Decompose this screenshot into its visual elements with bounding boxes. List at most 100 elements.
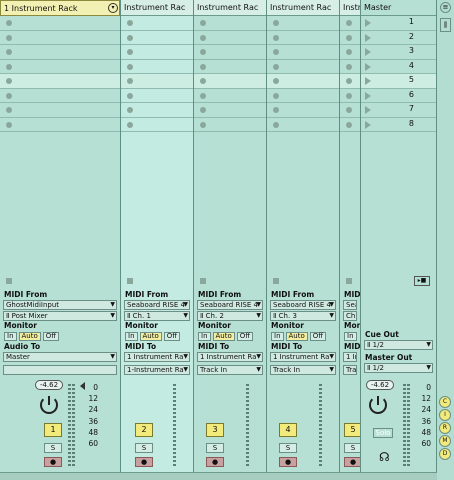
midi-to-target[interactable]: 1-Instrument Ra ▼ <box>124 365 190 375</box>
track-title[interactable]: 1 Instrument Rack <box>0 0 120 16</box>
clip-slot[interactable] <box>340 118 360 132</box>
clip-slot[interactable] <box>121 118 193 132</box>
play-icon[interactable] <box>365 120 371 129</box>
track-title[interactable]: Master <box>361 0 436 16</box>
chevron-down-icon[interactable]: ▾ <box>108 3 118 13</box>
clip-slot[interactable] <box>267 60 339 74</box>
scene-launch[interactable]: 7 <box>361 103 436 118</box>
midi-from-select[interactable]: Seabo <box>343 300 357 310</box>
midi-to-select[interactable]: 1 Ir <box>343 352 357 362</box>
record-slot-icon[interactable] <box>346 78 352 84</box>
monitor-off-button[interactable]: Off <box>42 332 60 341</box>
play-icon[interactable] <box>365 62 371 71</box>
record-slot-icon[interactable] <box>200 34 206 41</box>
scene-launch[interactable]: 3 <box>361 45 436 60</box>
clip-slot[interactable] <box>0 74 120 89</box>
track-activator[interactable]: 4 <box>279 423 297 437</box>
clip-slot[interactable] <box>194 74 266 89</box>
clip-slot[interactable] <box>194 45 266 60</box>
midi-channel-select[interactable]: Ⅱ Ch. 1 ▼ <box>124 311 190 321</box>
midi-from-select[interactable]: Seaboard RISE 4 ▼ <box>124 300 190 310</box>
midi-to-target[interactable]: Trac <box>343 365 357 375</box>
record-slot-icon[interactable] <box>273 92 279 99</box>
record-slot-icon[interactable] <box>6 92 12 99</box>
track-2[interactable]: Instrument Rac MIDI From Seaboard RISE 4… <box>121 0 194 472</box>
track-title[interactable]: Instrument Rac <box>267 0 339 16</box>
arm-button[interactable]: ● <box>135 457 153 467</box>
record-slot-icon[interactable] <box>127 92 133 99</box>
solo-button[interactable]: S <box>206 443 224 453</box>
record-slot-icon[interactable] <box>127 78 133 84</box>
record-slot-icon[interactable] <box>200 121 206 128</box>
clip-slot[interactable] <box>194 16 266 31</box>
stop-icon[interactable] <box>273 278 279 284</box>
clip-slot[interactable] <box>121 16 193 31</box>
clip-slot[interactable] <box>121 103 193 118</box>
record-slot-icon[interactable] <box>273 49 279 55</box>
track-title[interactable]: Instrument Rac <box>194 0 266 16</box>
monitor-off-button[interactable]: Off <box>163 332 181 341</box>
record-slot-icon[interactable] <box>273 34 279 41</box>
midi-channel-select[interactable]: Ch <box>343 311 357 321</box>
arm-button[interactable]: ● <box>344 457 360 467</box>
clip-slot[interactable] <box>0 89 120 103</box>
solo-cue-button[interactable]: Solo <box>373 428 393 438</box>
clip-slot[interactable] <box>340 16 360 31</box>
stop-icon[interactable] <box>346 278 352 284</box>
clip-slot[interactable] <box>340 60 360 74</box>
clip-slot[interactable] <box>340 103 360 118</box>
record-slot-icon[interactable] <box>273 78 279 84</box>
stop-icon[interactable] <box>6 278 12 284</box>
master-track[interactable]: Master 12345678 ▸■ Cue Out Ⅱ 1/2 ▼ Master… <box>361 0 437 472</box>
record-slot-icon[interactable] <box>273 107 279 113</box>
record-slot-icon[interactable] <box>346 92 352 99</box>
monitor-in-button[interactable]: In <box>271 332 284 341</box>
record-slot-icon[interactable] <box>6 107 12 113</box>
clip-slot[interactable] <box>194 31 266 45</box>
play-icon[interactable] <box>365 48 371 56</box>
record-slot-icon[interactable] <box>200 78 206 84</box>
monitor-auto-button[interactable]: Auto <box>18 332 41 341</box>
record-slot-icon[interactable] <box>346 121 352 128</box>
clip-slot[interactable] <box>0 118 120 132</box>
audio-to-select[interactable]: Master ▼ <box>3 352 117 362</box>
midi-to-select[interactable]: 1 Instrument Ra ▼ <box>197 352 263 362</box>
record-slot-icon[interactable] <box>200 20 206 26</box>
solo-button[interactable]: S <box>135 443 153 453</box>
record-slot-icon[interactable] <box>200 49 206 55</box>
midi-channel-select[interactable]: Ⅱ Ch. 2 ▼ <box>197 311 263 321</box>
record-slot-icon[interactable] <box>6 78 12 84</box>
clip-slot[interactable] <box>194 118 266 132</box>
record-slot-icon[interactable] <box>127 34 133 41</box>
clip-slot[interactable] <box>267 16 339 31</box>
solo-button[interactable]: S <box>44 443 62 453</box>
clip-slot[interactable] <box>267 103 339 118</box>
play-icon[interactable] <box>365 19 371 27</box>
view-toggle-icon[interactable]: R <box>439 422 451 434</box>
track-title[interactable]: Instrument Rac <box>121 0 193 16</box>
record-slot-icon[interactable] <box>346 63 352 70</box>
midi-from-select[interactable]: Seaboard RISE 4 ▼ <box>270 300 336 310</box>
monitor-off-button[interactable]: Off <box>309 332 327 341</box>
play-icon[interactable] <box>365 33 371 42</box>
scene-launch[interactable]: 2 <box>361 31 436 45</box>
master-out-select[interactable]: Ⅱ 1/2 ▼ <box>364 363 433 373</box>
view-toggle-icon[interactable]: C <box>439 396 451 408</box>
view-toggle-icon[interactable]: M <box>439 435 451 447</box>
monitor-in-button[interactable]: In <box>125 332 138 341</box>
mixer-icon[interactable]: ⫼ <box>440 18 451 32</box>
clip-slot[interactable] <box>121 89 193 103</box>
track-3[interactable]: Instrument Rac MIDI From Seaboard RISE 4… <box>194 0 267 472</box>
clip-slot[interactable] <box>0 16 120 31</box>
record-slot-icon[interactable] <box>6 34 12 41</box>
midi-to-select[interactable]: 1 Instrument Ra ▼ <box>270 352 336 362</box>
scene-launch[interactable]: 4 <box>361 60 436 74</box>
clip-slot[interactable] <box>267 31 339 45</box>
track-5[interactable]: Instrume MIDI Seabo Ch Mon In MIDI 1 Ir … <box>340 0 361 472</box>
play-icon[interactable] <box>365 106 371 114</box>
clip-slot[interactable] <box>340 74 360 89</box>
clip-slot[interactable] <box>0 60 120 74</box>
view-toggle-icon[interactable]: D <box>439 448 451 460</box>
record-slot-icon[interactable] <box>346 107 352 113</box>
record-slot-icon[interactable] <box>273 121 279 128</box>
